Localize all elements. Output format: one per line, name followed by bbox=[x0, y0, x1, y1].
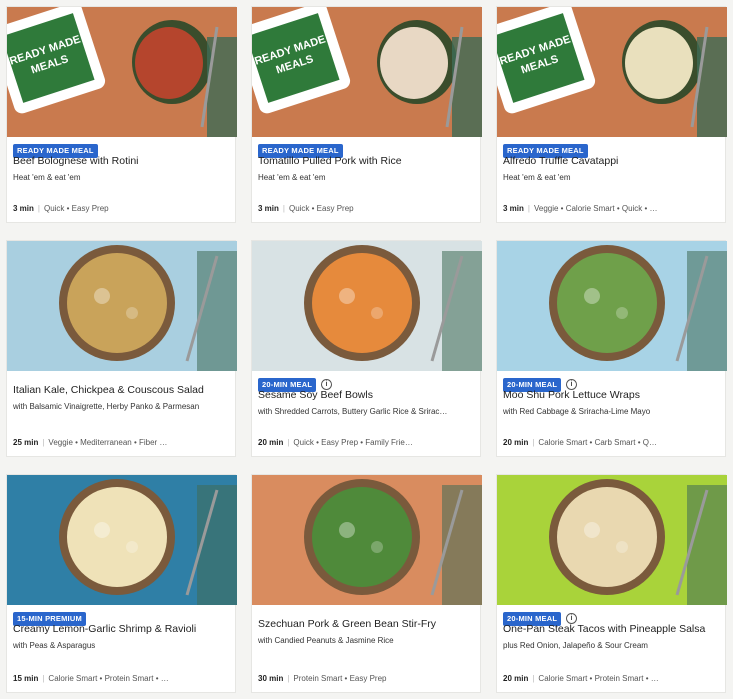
meta-divider: | bbox=[527, 204, 530, 213]
recipe-subtitle: with Peas & Asparagus bbox=[13, 641, 96, 650]
recipe-tags: Calorie Smart • Carb Smart • Q… bbox=[538, 438, 657, 447]
recipe-tags: Veggie • Mediterranean • Fiber … bbox=[48, 438, 168, 447]
recipe-title[interactable]: Beef Bolognese with Rotini bbox=[13, 155, 229, 167]
meta-divider: | bbox=[532, 674, 535, 683]
beef-bolognese-photo[interactable]: READY MADE MEALS bbox=[7, 7, 237, 137]
recipe-subtitle: with Candied Peanuts & Jasmine Rice bbox=[258, 636, 394, 645]
recipe-subtitle: with Shredded Carrots, Buttery Garlic Ri… bbox=[258, 407, 448, 416]
recipe-card[interactable]: 20-MIN MEAL i Moo Shu Pork Lettuce Wraps wi… bbox=[496, 240, 727, 458]
meta-divider: | bbox=[532, 438, 535, 447]
cavatappi-photo[interactable]: READY MADE MEALS bbox=[497, 7, 727, 137]
card-body: 20-MIN MEAL i Moo Shu Pork Lettuce Wraps wi… bbox=[497, 371, 725, 458]
meta-divider: | bbox=[42, 674, 45, 683]
cook-time: 15 min bbox=[13, 674, 39, 683]
recipe-meta: 20 min | Calorie Smart • Carb Smart • Q… bbox=[503, 438, 719, 447]
meta-divider: | bbox=[37, 204, 40, 213]
lettuce-wraps-photo[interactable] bbox=[497, 241, 727, 371]
recipe-title[interactable]: Alfredo Truffle Cavatappi bbox=[503, 155, 719, 167]
recipe-card[interactable]: 15-MIN PREMIUM Creamy Lemon-Garlic Shrimp… bbox=[6, 474, 237, 694]
card-body: 15-MIN PREMIUM Creamy Lemon-Garlic Shrimp… bbox=[7, 605, 235, 694]
card-body: 20-MIN MEAL i Sesame Soy Beef Bowls with Sh… bbox=[252, 371, 480, 458]
cook-time: 20 min bbox=[258, 438, 284, 447]
cook-time: 20 min bbox=[503, 674, 529, 683]
recipe-title[interactable]: One-Pan Steak Tacos with Pineapple Salsa bbox=[503, 623, 719, 635]
meta-divider: | bbox=[287, 674, 290, 683]
recipe-meta: 15 min | Calorie Smart • Protein Smart • … bbox=[13, 674, 229, 683]
card-body: 20-MIN MEAL i One-Pan Steak Tacos with Pin… bbox=[497, 605, 725, 694]
card-body: READY MADE MEAL Alfredo Truffle Cavatappi… bbox=[497, 137, 725, 224]
meta-divider: | bbox=[282, 204, 285, 213]
card-body: Italian Kale, Chickpea & Couscous Salad w… bbox=[7, 371, 235, 458]
recipe-title[interactable]: Tomatillo Pulled Pork with Rice bbox=[258, 155, 474, 167]
recipe-grid: READY MADE MEALS READY MADE MEAL Beef Bol… bbox=[0, 0, 733, 699]
card-body: READY MADE MEAL Beef Bolognese with Rotin… bbox=[7, 137, 235, 224]
recipe-meta: 20 min | Quick • Easy Prep • Family Frie… bbox=[258, 438, 474, 447]
recipe-card[interactable]: READY MADE MEALS READY MADE MEAL Beef Bol… bbox=[6, 6, 237, 224]
stir-fry-photo[interactable] bbox=[252, 475, 482, 605]
recipe-tags: Calorie Smart • Protein Smart • … bbox=[48, 674, 169, 683]
couscous-salad-photo[interactable] bbox=[7, 241, 237, 371]
recipe-subtitle: Heat 'em & eat 'em bbox=[258, 173, 326, 182]
cook-time: 30 min bbox=[258, 674, 284, 683]
recipe-card[interactable]: Italian Kale, Chickpea & Couscous Salad w… bbox=[6, 240, 237, 458]
pulled-pork-photo[interactable]: READY MADE MEALS bbox=[252, 7, 482, 137]
recipe-meta: 25 min | Veggie • Mediterranean • Fiber … bbox=[13, 438, 229, 447]
recipe-meta: 30 min | Protein Smart • Easy Prep bbox=[258, 674, 474, 683]
recipe-meta: 3 min | Quick • Easy Prep bbox=[13, 204, 229, 213]
recipe-tags: Quick • Easy Prep bbox=[43, 204, 109, 213]
cook-time: 3 min bbox=[13, 204, 34, 213]
recipe-subtitle: Heat 'em & eat 'em bbox=[503, 173, 571, 182]
meta-divider: | bbox=[42, 438, 45, 447]
recipe-subtitle: Heat 'em & eat 'em bbox=[13, 173, 81, 182]
cook-time: 20 min bbox=[503, 438, 529, 447]
card-body: Szechuan Pork & Green Bean Stir-Fry with … bbox=[252, 605, 480, 694]
recipe-tags: Calorie Smart • Protein Smart • … bbox=[538, 674, 659, 683]
recipe-title[interactable]: Italian Kale, Chickpea & Couscous Salad bbox=[13, 384, 229, 396]
cook-time: 3 min bbox=[503, 204, 524, 213]
recipe-title[interactable]: Szechuan Pork & Green Bean Stir-Fry bbox=[258, 618, 474, 630]
cook-time: 25 min bbox=[13, 438, 39, 447]
shrimp-ravioli-photo[interactable] bbox=[7, 475, 237, 605]
recipe-tags: Veggie • Calorie Smart • Quick • … bbox=[533, 204, 658, 213]
meta-divider: | bbox=[287, 438, 290, 447]
steak-tacos-photo[interactable] bbox=[497, 475, 727, 605]
recipe-card[interactable]: 20-MIN MEAL i Sesame Soy Beef Bowls with Sh… bbox=[251, 240, 482, 458]
recipe-meta: 3 min | Quick • Easy Prep bbox=[258, 204, 474, 213]
recipe-tags: Quick • Easy Prep bbox=[288, 204, 354, 213]
cook-time: 3 min bbox=[258, 204, 279, 213]
recipe-card[interactable]: Szechuan Pork & Green Bean Stir-Fry with … bbox=[251, 474, 482, 694]
recipe-subtitle: with Balsamic Vinaigrette, Herby Panko &… bbox=[13, 402, 200, 411]
recipe-card[interactable]: READY MADE MEALS READY MADE MEAL Alfredo … bbox=[496, 6, 727, 224]
recipe-subtitle: with Red Cabbage & Sriracha-Lime Mayo bbox=[503, 407, 651, 416]
recipe-title[interactable]: Moo Shu Pork Lettuce Wraps bbox=[503, 389, 719, 401]
beef-bowl-photo[interactable] bbox=[252, 241, 482, 371]
card-body: READY MADE MEAL Tomatillo Pulled Pork wit… bbox=[252, 137, 480, 224]
recipe-card[interactable]: READY MADE MEALS READY MADE MEAL Tomatill… bbox=[251, 6, 482, 224]
recipe-meta: 3 min | Veggie • Calorie Smart • Quick • … bbox=[503, 204, 719, 213]
recipe-tags: Quick • Easy Prep • Family Frie… bbox=[293, 438, 413, 447]
recipe-meta: 20 min | Calorie Smart • Protein Smart • … bbox=[503, 674, 719, 683]
recipe-subtitle: plus Red Onion, Jalapeño & Sour Cream bbox=[503, 641, 648, 650]
recipe-tags: Protein Smart • Easy Prep bbox=[293, 674, 387, 683]
recipe-title[interactable]: Creamy Lemon-Garlic Shrimp & Ravioli bbox=[13, 623, 229, 635]
recipe-title[interactable]: Sesame Soy Beef Bowls bbox=[258, 389, 474, 401]
recipe-card[interactable]: 20-MIN MEAL i One-Pan Steak Tacos with Pin… bbox=[496, 474, 727, 694]
